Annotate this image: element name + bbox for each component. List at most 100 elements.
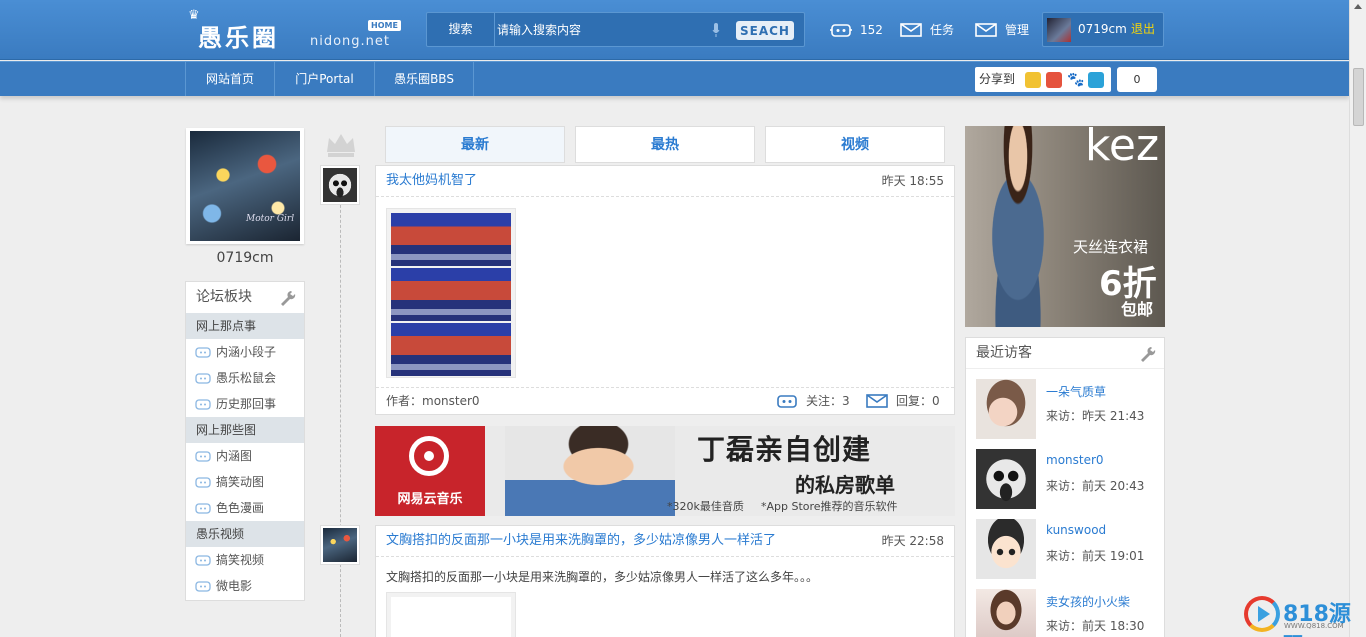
post-author-avatar[interactable]	[320, 525, 360, 565]
image-frame	[391, 268, 511, 321]
banner-brand-panel: 网易云音乐	[375, 426, 485, 516]
main-nav: 网站首页 门户Portal 愚乐圈BBS 分享到 🐾 0	[0, 61, 1349, 96]
robot-stat[interactable]: 152	[830, 20, 890, 40]
banner-feature: *320k最佳音质	[667, 500, 744, 513]
weibo-icon[interactable]	[1046, 72, 1062, 88]
share-label: 分享到	[979, 72, 1016, 86]
post-author-avatar[interactable]	[320, 165, 360, 205]
ad-line1: 天丝连衣裙	[1073, 238, 1149, 256]
forum-category[interactable]: 网上那点事	[186, 313, 304, 339]
visitor-item[interactable]: monster0 来访：前天 20:43	[976, 449, 1156, 509]
mail-icon	[866, 394, 888, 408]
robot-small-icon	[195, 477, 211, 488]
username[interactable]: 0719cm	[1078, 13, 1127, 46]
forum-item[interactable]: 微电影	[186, 573, 304, 599]
visitor-name[interactable]: 一朵气质草	[1046, 383, 1106, 400]
banner-headline: 丁磊亲自创建	[697, 433, 872, 466]
profile-photo[interactable]: Motor Girl	[186, 128, 304, 244]
banner-brand: 网易云音乐	[397, 492, 463, 507]
scroll-up-arrow-icon[interactable]	[1354, 4, 1362, 9]
forum-category[interactable]: 愚乐视频	[186, 521, 304, 547]
envelope-icon	[975, 23, 997, 37]
manage-link[interactable]: 管理	[975, 20, 1035, 40]
visitor-avatar[interactable]	[976, 379, 1036, 439]
tab-latest[interactable]: 最新	[385, 126, 565, 163]
qzone-icon[interactable]	[1025, 72, 1041, 88]
visitor-item[interactable]: 卖女孩的小火柴 来访：前天 18:30	[976, 589, 1156, 637]
scroll-thumb[interactable]	[1353, 68, 1364, 126]
forum-item[interactable]: 搞笑动图	[186, 469, 304, 495]
post-excerpt: 文胸搭扣的反面那一小块是用来洗胸罩的，多少姑凉像男人一样活了这么多年。。。	[386, 570, 819, 584]
manage-label: 管理	[1005, 23, 1030, 37]
music-banner-ad[interactable]: 网易云音乐 丁磊亲自创建 的私房歌单 *320k最佳音质 *App Store推…	[375, 426, 955, 516]
forum-item[interactable]: 搞笑视频	[186, 547, 304, 573]
visitor-avatar[interactable]	[976, 449, 1036, 509]
robot-small-icon	[195, 503, 211, 514]
post-title[interactable]: 我太他妈机智了	[386, 166, 477, 196]
side-ad-banner[interactable]: kez 天丝连衣裙 6折 包邮	[965, 126, 1165, 327]
search-input[interactable]	[497, 17, 707, 42]
netease-music-icon	[409, 436, 449, 476]
robot-icon	[830, 24, 852, 37]
wrench-icon[interactable]	[280, 290, 296, 306]
search-type-label[interactable]: 搜索	[427, 13, 495, 46]
forum-item[interactable]: 内涵图	[186, 443, 304, 469]
thumbnail-image	[391, 597, 511, 637]
ad-brand: kez	[1085, 126, 1160, 171]
tasks-label: 任务	[930, 23, 955, 37]
forum-item[interactable]: 色色漫画	[186, 495, 304, 521]
avatar-image	[323, 528, 357, 562]
visitor-avatar[interactable]	[976, 519, 1036, 579]
visitor-name[interactable]: monster0	[1046, 453, 1104, 467]
ad-model-photo	[973, 126, 1063, 327]
forum-category[interactable]: 网上那些图	[186, 417, 304, 443]
microphone-icon[interactable]	[712, 23, 720, 37]
nav-portal[interactable]: 门户Portal	[274, 62, 374, 96]
baidu-icon[interactable]: 🐾	[1067, 72, 1084, 88]
tasks-link[interactable]: 任务	[900, 20, 960, 40]
reply-count: 回复：0	[896, 394, 940, 408]
top-header: ♛ 愚乐圈 HOME nidong.net 搜索 SEACH 152 任务	[0, 0, 1349, 60]
nav-bbs[interactable]: 愚乐圈BBS	[374, 62, 474, 96]
page-scrollbar[interactable]	[1349, 0, 1366, 637]
search-button[interactable]: SEACH	[736, 21, 794, 40]
visitor-time: 来访：昨天 21:43	[1046, 409, 1145, 423]
robot-small-icon	[195, 347, 211, 358]
post-thumbnail[interactable]	[386, 592, 516, 637]
follow-stat[interactable]: 关注：3	[776, 388, 856, 414]
robot-count: 152	[860, 23, 883, 37]
nav-home[interactable]: 网站首页	[185, 62, 274, 96]
visitor-item[interactable]: 一朵气质草 来访：昨天 21:43	[976, 379, 1156, 439]
user-avatar[interactable]	[1047, 18, 1071, 42]
post-divider	[376, 556, 954, 557]
reply-stat[interactable]: 回复：0	[866, 388, 946, 414]
play-logo-icon	[1244, 596, 1280, 632]
wrench-icon[interactable]	[1140, 346, 1156, 362]
robot-small-icon	[195, 399, 211, 410]
visitor-avatar[interactable]	[976, 589, 1036, 637]
logout-link[interactable]: 退出	[1131, 13, 1155, 46]
tab-video[interactable]: 视频	[765, 126, 945, 163]
post-title[interactable]: 文胸搭扣的反面那一小块是用来洗胸罩的，多少姑凉像男人一样活了	[386, 526, 776, 556]
follow-count: 关注：3	[806, 394, 850, 408]
site-logo[interactable]: ♛ 愚乐圈 HOME nidong.net	[188, 6, 401, 54]
robot-icon	[777, 395, 797, 408]
visitor-item[interactable]: kunswood 来访：前天 19:01	[976, 519, 1156, 579]
forum-item[interactable]: 历史那回事	[186, 391, 304, 417]
post-author[interactable]: 作者：monster0	[386, 388, 480, 414]
visitor-name[interactable]: 卖女孩的小火柴	[1046, 593, 1130, 610]
post-image-strip[interactable]	[386, 208, 516, 378]
visitor-time: 来访：前天 20:43	[1046, 479, 1145, 493]
forum-item[interactable]: 愚乐松鼠会	[186, 365, 304, 391]
profile-name[interactable]: 0719cm	[186, 250, 304, 266]
share-bar: 分享到 🐾	[975, 67, 1111, 92]
profile-image	[190, 131, 300, 241]
qq-icon[interactable]	[1088, 72, 1104, 88]
robot-small-icon	[195, 581, 211, 592]
forum-item-label: 愚乐松鼠会	[216, 371, 277, 385]
forum-item[interactable]: 内涵小段子	[186, 339, 304, 365]
visitors-title: 最近访客	[976, 345, 1032, 361]
visitor-name[interactable]: kunswood	[1046, 523, 1106, 537]
search-bar: 搜索 SEACH	[426, 12, 805, 47]
tab-hot[interactable]: 最热	[575, 126, 755, 163]
